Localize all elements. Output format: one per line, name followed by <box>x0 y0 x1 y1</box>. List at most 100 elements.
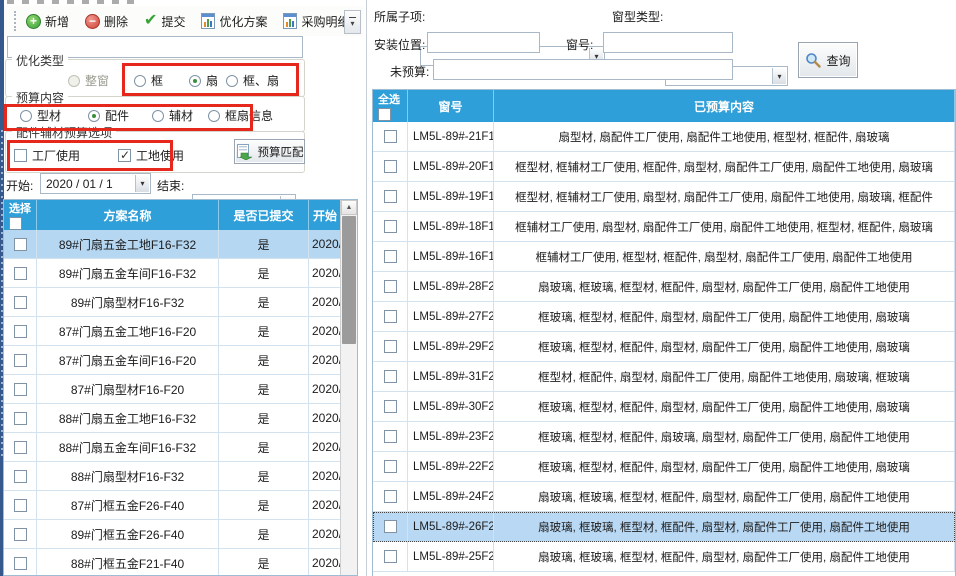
query-button[interactable]: 查询 <box>798 42 858 78</box>
radio-icon[interactable] <box>68 75 80 87</box>
start-date-picker[interactable]: 2020 / 01 / 1 ▾ <box>40 173 151 194</box>
no-budget-input[interactable] <box>433 59 733 80</box>
window-table-row[interactable]: LM5L-89#-21F19扇型材, 扇配件工厂使用, 扇配件工地使用, 框型材… <box>373 122 955 152</box>
row-checkbox[interactable] <box>14 412 27 425</box>
plan-row-submitted: 是 <box>219 317 309 345</box>
radio-icon[interactable] <box>226 75 238 87</box>
chevron-down-icon[interactable]: ▾ <box>135 175 149 192</box>
plan-name-column-header[interactable]: 方案名称 <box>37 200 219 230</box>
select-all-checkbox[interactable] <box>378 108 391 121</box>
window-table-row[interactable]: LM5L-89#-28F26扇玻璃, 框玻璃, 框型材, 框配件, 扇型材, 扇… <box>373 272 955 302</box>
window-table-row[interactable]: LM5L-89#-23F21框玻璃, 框型材, 框配件, 扇玻璃, 扇型材, 扇… <box>373 422 955 452</box>
window-no-input[interactable] <box>603 32 733 53</box>
row-checkbox[interactable] <box>14 528 27 541</box>
panel-splitter[interactable] <box>366 0 367 576</box>
plan-table-row[interactable]: 87#门扇五金车间F16-F20是2020/0 <box>4 346 342 375</box>
row-checkbox[interactable] <box>14 325 27 338</box>
row-checkbox[interactable] <box>384 220 397 233</box>
row-checkbox[interactable] <box>14 354 27 367</box>
add-button[interactable]: + 新增 <box>24 11 71 32</box>
checkbox-icon[interactable] <box>118 149 131 162</box>
budget-match-button[interactable]: 预算匹配 <box>234 139 305 164</box>
scroll-up-icon[interactable]: ▲ <box>341 200 357 215</box>
plan-table-row[interactable]: 88#门框五金F21-F40是2020/0 <box>4 549 342 576</box>
window-table-row[interactable]: LM5L-89#-27F25框玻璃, 框型材, 框配件, 扇型材, 扇配件工厂使… <box>373 302 955 332</box>
plan-table-scrollbar[interactable]: ▲ <box>340 200 357 575</box>
budgeted-column-header[interactable]: 已预算内容 <box>494 90 955 122</box>
budget-content-option-1[interactable]: 配件 <box>88 107 129 124</box>
budget-content-option-2[interactable]: 辅材 <box>152 107 193 124</box>
start-column-header[interactable]: 开始 <box>309 200 342 230</box>
row-checkbox[interactable] <box>384 460 397 473</box>
window-table-row[interactable]: LM5L-89#-20F18框型材, 框辅材工厂使用, 框配件, 扇型材, 扇配… <box>373 152 955 182</box>
row-checkbox[interactable] <box>384 280 397 293</box>
row-checkbox[interactable] <box>14 557 27 570</box>
radio-icon[interactable] <box>88 110 100 122</box>
optimize-type-option-2[interactable]: 扇 <box>189 72 218 89</box>
select-all-checkbox[interactable] <box>9 217 22 230</box>
row-checkbox[interactable] <box>14 296 27 309</box>
window-table-row[interactable]: LM5L-89#-26F24扇玻璃, 框玻璃, 框型材, 框配件, 扇型材, 扇… <box>373 512 955 542</box>
radio-icon[interactable] <box>134 75 146 87</box>
plan-table-row[interactable]: 87#门框五金F26-F40是2020/0 <box>4 491 342 520</box>
row-checkbox[interactable] <box>384 490 397 503</box>
submit-button[interactable]: ✔ 提交 <box>142 11 187 32</box>
plan-table-row[interactable]: 89#门扇五金车间F16-F32是2020/0 <box>4 259 342 288</box>
window-table-row[interactable]: LM5L-89#-19F17框型材, 框辅材工厂使用, 扇型材, 扇配件工厂使用… <box>373 182 955 212</box>
row-checkbox[interactable] <box>384 370 397 383</box>
scrollbar-thumb[interactable] <box>342 216 356 344</box>
plan-table-row[interactable]: 88#门扇五金工地F16-F32是2020/0 <box>4 404 342 433</box>
window-table-row[interactable]: LM5L-89#-24F22扇玻璃, 框玻璃, 框型材, 框配件, 扇型材, 扇… <box>373 482 955 512</box>
budget-content-option-3[interactable]: 框扇信息 <box>208 107 273 124</box>
window-no-column-header[interactable]: 窗号 <box>408 90 494 122</box>
row-checkbox[interactable] <box>384 160 397 173</box>
window-table-row[interactable]: LM5L-89#-22F20框玻璃, 框型材, 框配件, 扇型材, 扇配件工厂使… <box>373 452 955 482</box>
row-checkbox[interactable] <box>384 400 397 413</box>
budget-content-option-0[interactable]: 型材 <box>20 107 61 124</box>
row-checkbox[interactable] <box>14 238 27 251</box>
plan-table-row[interactable]: 88#门扇五金车间F16-F32是2020/0 <box>4 433 342 462</box>
row-checkbox[interactable] <box>14 499 27 512</box>
row-checkbox[interactable] <box>384 550 397 563</box>
row-checkbox[interactable] <box>14 441 27 454</box>
delete-button[interactable]: − 删除 <box>83 11 130 32</box>
plan-table-row[interactable]: 89#门框五金F26-F40是2020/0 <box>4 520 342 549</box>
plan-table-row[interactable]: 87#门扇五金工地F16-F20是2020/0 <box>4 317 342 346</box>
toolbar-grip[interactable] <box>14 11 16 31</box>
optimize-plan-button[interactable]: 优化方案 <box>199 11 269 32</box>
radio-icon[interactable] <box>189 75 201 87</box>
install-position-input[interactable] <box>427 32 540 53</box>
optimize-type-option-0[interactable]: 整窗 <box>68 72 109 89</box>
plan-table-row[interactable]: 88#门扇型材F16-F32是2020/0 <box>4 462 342 491</box>
row-checkbox[interactable] <box>384 430 397 443</box>
radio-icon[interactable] <box>152 110 164 122</box>
checkbox-icon[interactable] <box>14 149 27 162</box>
window-table-row[interactable]: LM5L-89#-31F29框型材, 框配件, 扇型材, 扇配件工厂使用, 扇配… <box>373 362 955 392</box>
submitted-column-header[interactable]: 是否已提交 <box>219 200 309 230</box>
window-table-row[interactable]: LM5L-89#-30F28框玻璃, 框型材, 框配件, 扇型材, 扇配件工厂使… <box>373 392 955 422</box>
row-checkbox[interactable] <box>384 340 397 353</box>
window-table-row[interactable]: LM5L-89#-18F16框辅材工厂使用, 扇型材, 扇配件工厂使用, 扇配件… <box>373 212 955 242</box>
row-checkbox[interactable] <box>384 310 397 323</box>
radio-icon[interactable] <box>208 110 220 122</box>
row-checkbox[interactable] <box>14 383 27 396</box>
plan-table-row[interactable]: 89#门扇五金工地F16-F32是2020/0 <box>4 230 342 259</box>
window-table-row[interactable]: LM5L-89#-29F27框玻璃, 框型材, 框配件, 扇型材, 扇配件工厂使… <box>373 332 955 362</box>
plan-table-row[interactable]: 87#门扇型材F16-F20是2020/0 <box>4 375 342 404</box>
window-table-row[interactable]: LM5L-89#-25F23扇玻璃, 框玻璃, 框型材, 框配件, 扇型材, 扇… <box>373 542 955 572</box>
optimize-type-option-1[interactable]: 框 <box>134 72 163 89</box>
row-checkbox[interactable] <box>384 250 397 263</box>
chevron-down-icon[interactable]: ▾ <box>772 68 786 84</box>
row-checkbox[interactable] <box>14 470 27 483</box>
radio-icon[interactable] <box>20 110 32 122</box>
row-checkbox[interactable] <box>14 267 27 280</box>
usage-checkbox-0[interactable]: 工厂使用 <box>14 147 80 164</box>
usage-checkbox-1[interactable]: 工地使用 <box>118 147 184 164</box>
toolbar-overflow-button[interactable]: ▾ <box>344 10 361 34</box>
optimize-type-option-3[interactable]: 框、扇 <box>226 72 279 89</box>
row-checkbox[interactable] <box>384 190 397 203</box>
window-table-row[interactable]: LM5L-89#-16F15框辅材工厂使用, 框型材, 框配件, 扇型材, 扇配… <box>373 242 955 272</box>
plan-table-row[interactable]: 89#门扇型材F16-F32是2020/0 <box>4 288 342 317</box>
row-checkbox[interactable] <box>384 130 397 143</box>
row-checkbox[interactable] <box>384 520 397 533</box>
